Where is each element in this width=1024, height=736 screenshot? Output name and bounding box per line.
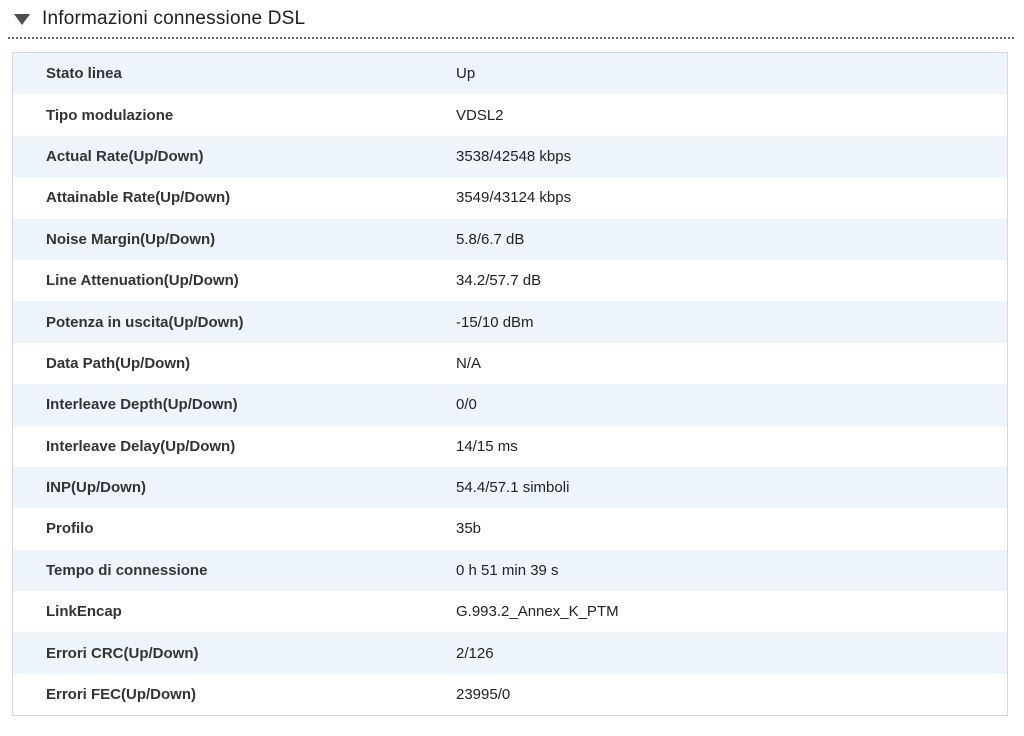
row-label: Noise Margin(Up/Down) <box>46 230 216 248</box>
table-row: Line Attenuation(Up/Down) 34.2/57.7 dB <box>13 259 1007 302</box>
table-row: Interleave Depth(Up/Down) 0/0 <box>13 384 1007 426</box>
table-row: LinkEncap G.993.2_Annex_K_PTM <box>13 591 1007 633</box>
row-label: Profilo <box>46 520 94 538</box>
table-row: Tipo modulazione VDSL2 <box>13 94 1007 136</box>
table-row: Actual Rate(Up/Down) 3538/42548 kbps <box>13 135 1007 178</box>
dotted-separator <box>8 37 1014 39</box>
table-row: Stato linea Up <box>13 53 1007 95</box>
row-label: Interleave Delay(Up/Down) <box>46 437 236 455</box>
row-label: Data Path(Up/Down) <box>46 354 191 372</box>
section-title: Informazioni connessione DSL <box>42 8 306 29</box>
row-value: VDSL2 <box>456 106 504 124</box>
row-label: INP(Up/Down) <box>46 479 146 497</box>
row-value: 34.2/57.7 dB <box>456 272 542 290</box>
row-value: 54.4/57.1 simboli <box>456 479 570 497</box>
row-value: G.993.2_Annex_K_PTM <box>456 603 619 621</box>
row-value: -15/10 dBm <box>456 313 534 331</box>
row-label: LinkEncap <box>46 603 122 621</box>
row-value: 0 h 51 min 39 s <box>456 561 559 579</box>
row-label: Stato linea <box>46 65 122 83</box>
row-value: 3549/43124 kbps <box>456 189 572 207</box>
row-label: Line Attenuation(Up/Down) <box>46 272 239 290</box>
row-value: 23995/0 <box>456 686 511 704</box>
table-row: Potenza in uscita(Up/Down) -15/10 dBm <box>13 301 1007 343</box>
row-label: Potenza in uscita(Up/Down) <box>46 313 244 331</box>
row-label: Actual Rate(Up/Down) <box>46 147 204 165</box>
table-row: Data Path(Up/Down) N/A <box>13 342 1007 385</box>
row-value: 14/15 ms <box>456 437 518 455</box>
row-label: Tempo di connessione <box>46 561 208 579</box>
dsl-section-header[interactable]: Informazioni connessione DSL <box>0 0 1024 31</box>
row-value: 35b <box>456 520 482 538</box>
table-row: Profilo 35b <box>13 508 1007 550</box>
table-row: Errori CRC(Up/Down) 2/126 <box>13 632 1007 674</box>
table-row: Tempo di connessione 0 h 51 min 39 s <box>13 549 1007 592</box>
row-label: Attainable Rate(Up/Down) <box>46 189 231 207</box>
row-value: 3538/42548 kbps <box>456 147 572 165</box>
row-value: 0/0 <box>456 396 477 414</box>
table-row: Errori FEC(Up/Down) 23995/0 <box>13 673 1007 716</box>
table-row: Interleave Delay(Up/Down) 14/15 ms <box>13 425 1007 467</box>
table-row: Attainable Rate(Up/Down) 3549/43124 kbps <box>13 177 1007 219</box>
row-value: N/A <box>456 354 482 372</box>
table-row: Noise Margin(Up/Down) 5.8/6.7 dB <box>13 218 1007 260</box>
dsl-info-table: Stato linea Up Tipo modulazione VDSL2 Ac… <box>12 52 1008 717</box>
row-label: Interleave Depth(Up/Down) <box>46 396 238 414</box>
row-value: 5.8/6.7 dB <box>456 230 525 248</box>
row-label: Tipo modulazione <box>46 106 174 124</box>
row-value: Up <box>456 65 476 83</box>
row-label: Errori FEC(Up/Down) <box>46 686 196 704</box>
row-value: 2/126 <box>456 644 494 662</box>
row-label: Errori CRC(Up/Down) <box>46 644 199 662</box>
collapse-triangle-icon[interactable] <box>14 13 30 25</box>
table-row: INP(Up/Down) 54.4/57.1 simboli <box>13 466 1007 509</box>
